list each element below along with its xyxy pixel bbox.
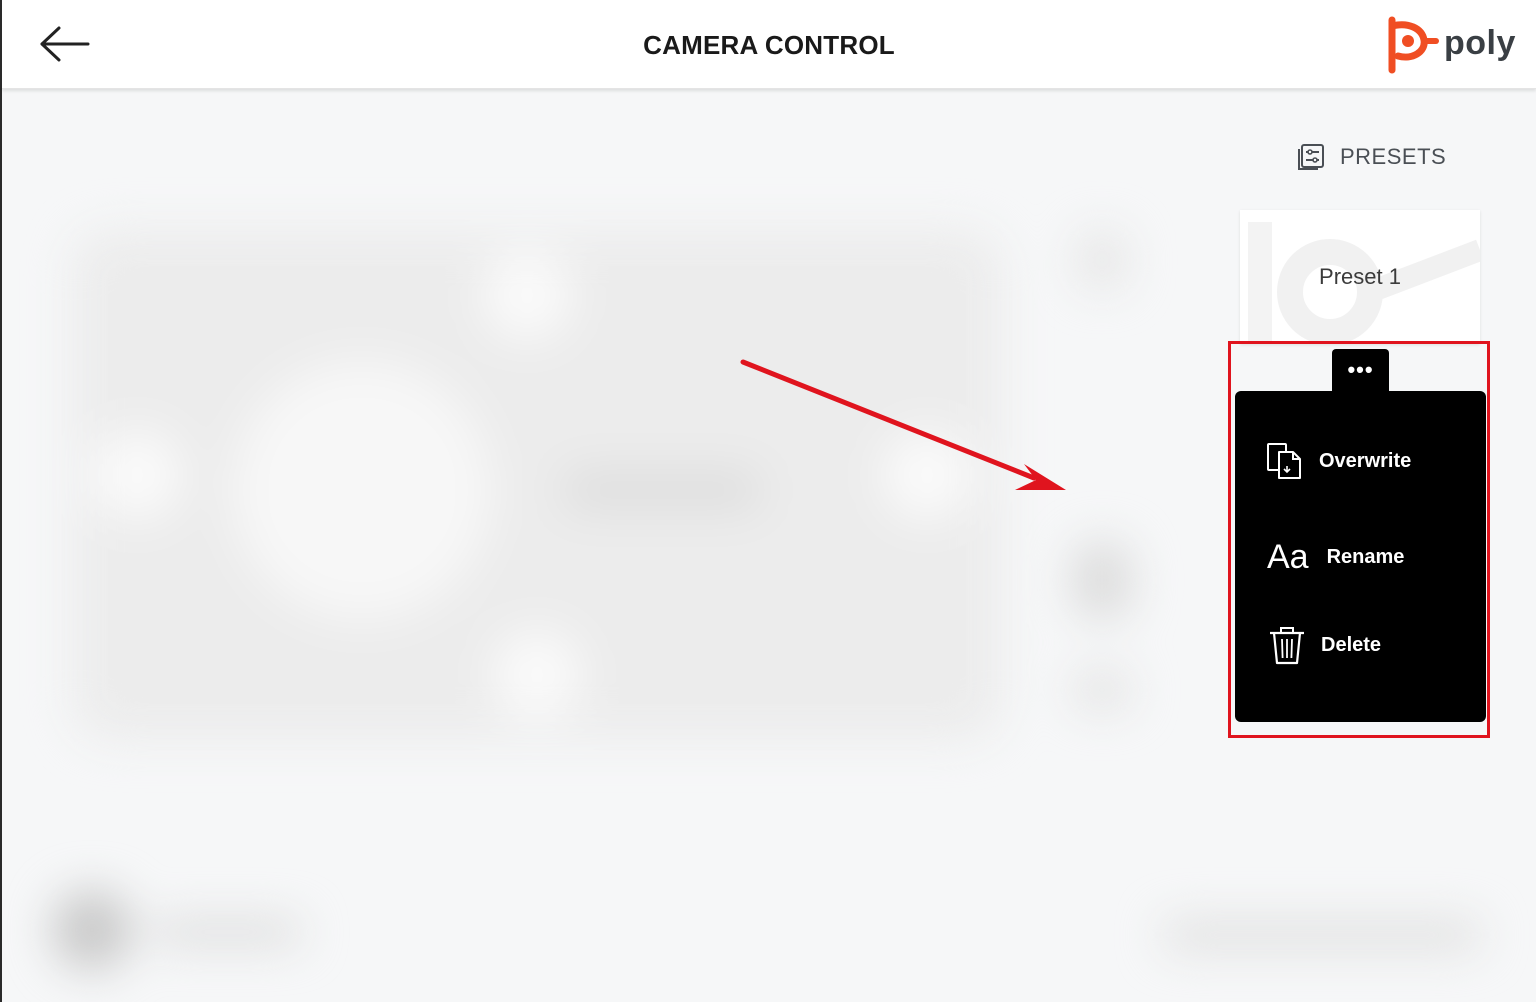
poly-logo-mark-icon [1388,16,1439,74]
top-bar: CAMERA CONTROL poly [2,0,1536,89]
preset-card[interactable]: Preset 1 [1240,210,1480,344]
presets-list-icon [1298,144,1324,170]
page-title: CAMERA CONTROL [643,30,895,60]
poly-logo: poly [1384,14,1524,74]
camera-control-screen: CAMERA CONTROL poly PRESETS Preset 1 •••… [0,0,1536,1002]
preset-name: Preset 1 [1319,264,1401,289]
presets-label: PRESETS [1340,144,1447,169]
logo-wordmark: poly [1444,24,1516,62]
presets-header: PRESETS [1296,140,1446,174]
highlight-box [1228,341,1490,738]
